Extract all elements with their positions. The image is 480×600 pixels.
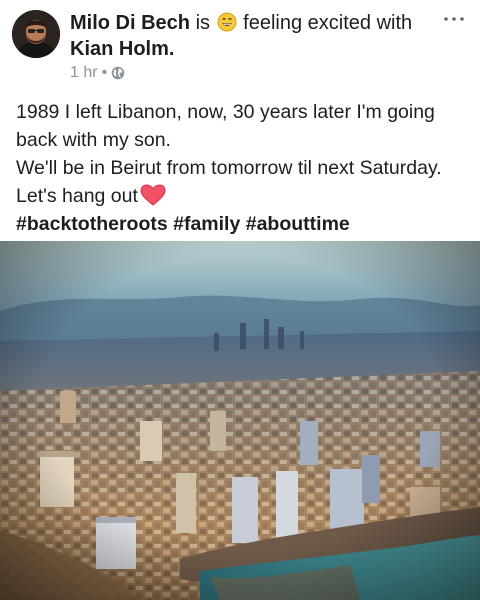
post-headline: Milo Di Bech is feeling excited with Kia… <box>70 10 440 62</box>
aerial-city-photo <box>0 241 480 600</box>
globe-icon[interactable] <box>111 66 125 80</box>
post-line-4-text: Let's hang out <box>16 185 138 207</box>
author-name[interactable]: Milo Di Bech <box>70 12 190 34</box>
more-options-icon[interactable] <box>442 14 466 24</box>
post-time[interactable]: 1 hr <box>70 64 98 82</box>
post-line-2: back with my son. <box>16 129 171 151</box>
grinning-face-icon <box>217 12 237 32</box>
post-photo[interactable] <box>0 241 480 600</box>
avatar[interactable] <box>12 10 60 58</box>
post-body: 1989 I left Libanon, now, 30 years later… <box>16 98 471 238</box>
meta-separator: • <box>101 64 108 81</box>
is-text: is <box>195 12 211 34</box>
post-line-4: Let's hang out <box>16 182 471 210</box>
tagged-person[interactable]: Kian Holm. <box>70 38 174 60</box>
feeling-text: feeling excited with <box>243 12 413 34</box>
hashtags[interactable]: #backtotheroots #family #abouttime <box>16 210 471 238</box>
heart-icon <box>140 184 166 206</box>
post-line-1: 1989 I left Libanon, now, 30 years later… <box>16 101 435 123</box>
post-meta: 1 hr • <box>70 64 125 82</box>
post-header: Milo Di Bech is feeling excited with Kia… <box>0 0 480 92</box>
post-line-3: We'll be in Beirut from tomorrow til nex… <box>16 157 442 179</box>
